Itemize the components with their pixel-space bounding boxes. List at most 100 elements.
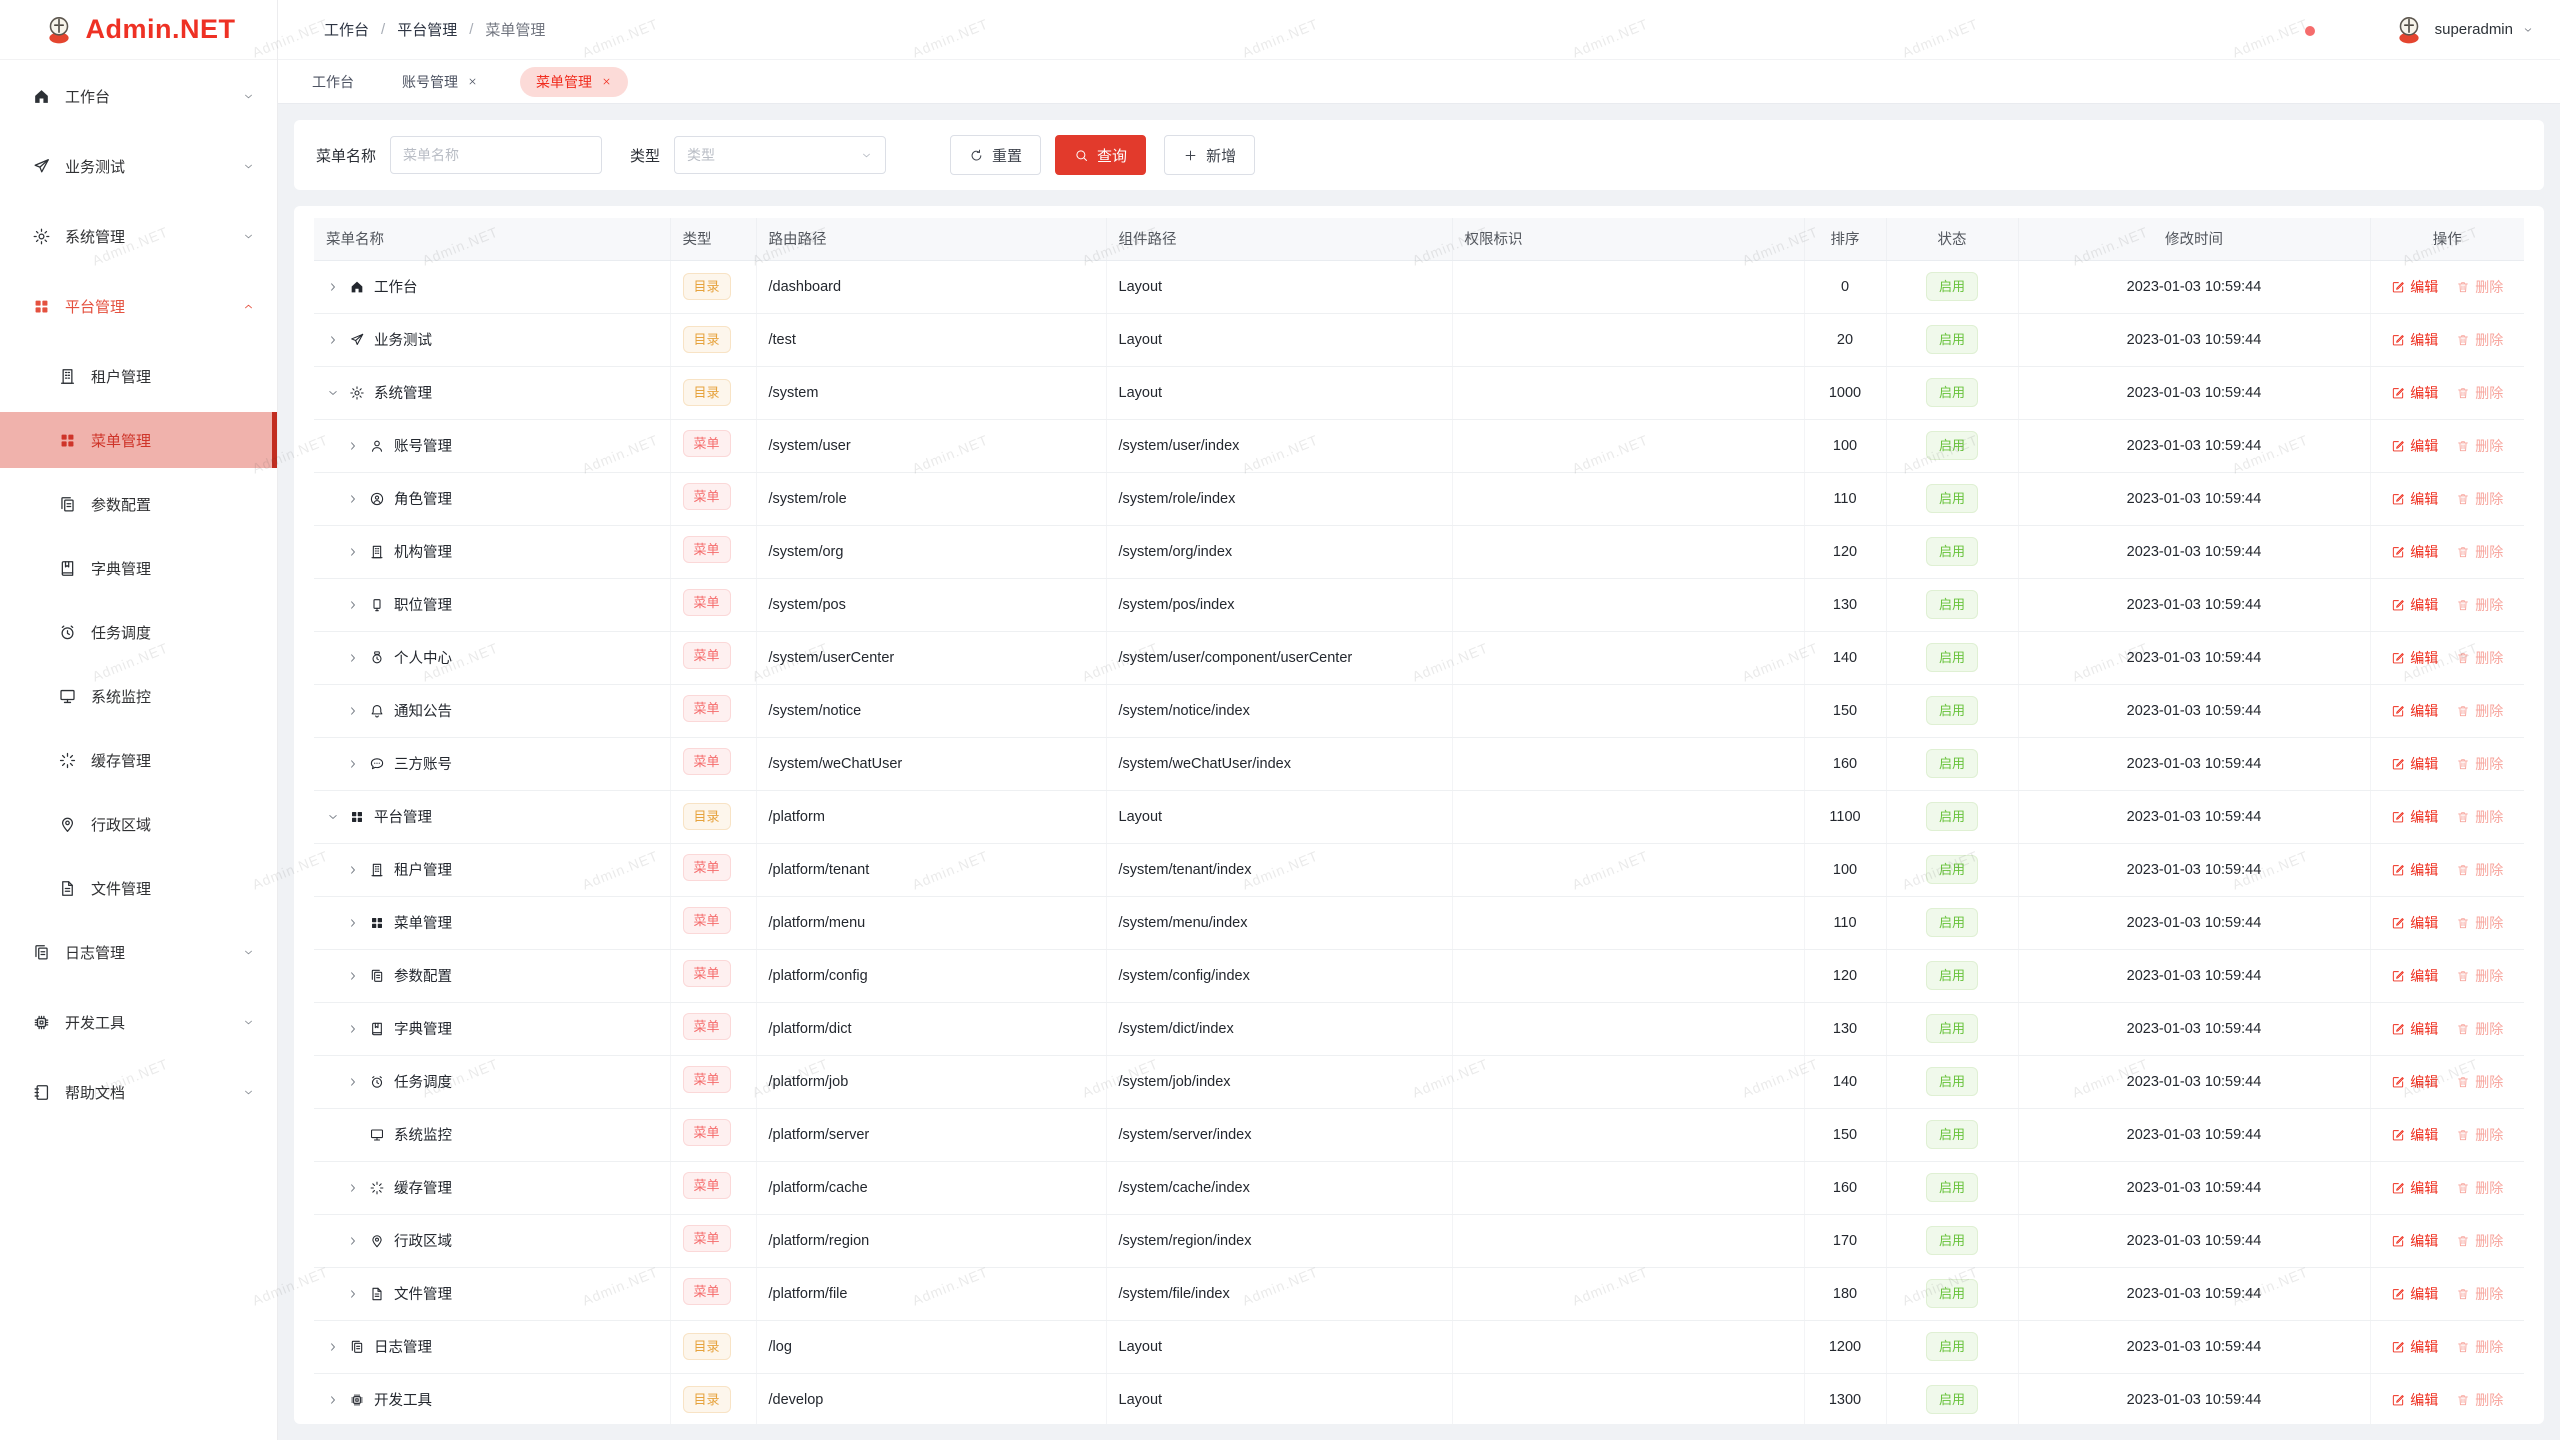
breadcrumb-item[interactable]: 平台管理 bbox=[397, 19, 457, 40]
expand-toggle-icon[interactable] bbox=[326, 333, 340, 347]
expand-toggle-icon[interactable] bbox=[346, 863, 360, 877]
expand-toggle-icon[interactable] bbox=[346, 1075, 360, 1089]
expand-toggle-icon[interactable] bbox=[346, 439, 360, 453]
delete-button[interactable]: 删除 bbox=[2456, 1390, 2503, 1410]
position-icon bbox=[369, 597, 385, 613]
sidebar-item-日志管理[interactable]: 日志管理 bbox=[0, 924, 277, 980]
delete-icon bbox=[2456, 1075, 2470, 1089]
tab-close-icon[interactable] bbox=[601, 76, 612, 87]
edit-button[interactable]: 编辑 bbox=[2391, 277, 2438, 297]
edit-button[interactable]: 编辑 bbox=[2391, 595, 2438, 615]
sidebar-item-开发工具[interactable]: 开发工具 bbox=[0, 994, 277, 1050]
edit-button[interactable]: 编辑 bbox=[2391, 436, 2438, 456]
expand-toggle-icon[interactable] bbox=[346, 1022, 360, 1036]
delete-button[interactable]: 删除 bbox=[2456, 595, 2503, 615]
tab-菜单管理[interactable]: 菜单管理 bbox=[520, 67, 628, 97]
edit-button[interactable]: 编辑 bbox=[2391, 913, 2438, 933]
edit-button[interactable]: 编辑 bbox=[2391, 1231, 2438, 1251]
permission-flag bbox=[1452, 578, 1804, 631]
delete-button[interactable]: 删除 bbox=[2456, 542, 2503, 562]
expand-toggle-icon[interactable] bbox=[346, 492, 360, 506]
reset-button[interactable]: 重置 bbox=[950, 135, 1041, 175]
sidebar-item-平台管理[interactable]: 平台管理 bbox=[0, 278, 277, 334]
edit-button[interactable]: 编辑 bbox=[2391, 860, 2438, 880]
sidebar-item-任务调度[interactable]: 任务调度 bbox=[0, 604, 277, 660]
search-button[interactable]: 查询 bbox=[1055, 135, 1146, 175]
delete-button[interactable]: 删除 bbox=[2456, 754, 2503, 774]
sidebar-item-文件管理[interactable]: 文件管理 bbox=[0, 860, 277, 916]
edit-button[interactable]: 编辑 bbox=[2391, 966, 2438, 986]
expand-toggle-icon[interactable] bbox=[346, 1287, 360, 1301]
delete-button[interactable]: 删除 bbox=[2456, 1231, 2503, 1251]
expand-toggle-icon[interactable] bbox=[326, 810, 340, 824]
delete-button[interactable]: 删除 bbox=[2456, 860, 2503, 880]
delete-button[interactable]: 删除 bbox=[2456, 807, 2503, 827]
edit-button[interactable]: 编辑 bbox=[2391, 1390, 2438, 1410]
tab-close-icon[interactable] bbox=[467, 76, 478, 87]
delete-button[interactable]: 删除 bbox=[2456, 1178, 2503, 1198]
edit-button[interactable]: 编辑 bbox=[2391, 1125, 2438, 1145]
edit-button[interactable]: 编辑 bbox=[2391, 807, 2438, 827]
expand-toggle-icon[interactable] bbox=[326, 280, 340, 294]
edit-button[interactable]: 编辑 bbox=[2391, 489, 2438, 509]
type-select[interactable]: 类型 bbox=[674, 136, 886, 174]
modified-time: 2023-01-03 10:59:44 bbox=[2018, 472, 2370, 525]
edit-button[interactable]: 编辑 bbox=[2391, 701, 2438, 721]
edit-icon bbox=[2391, 969, 2405, 983]
delete-button[interactable]: 删除 bbox=[2456, 648, 2503, 668]
expand-toggle-icon[interactable] bbox=[346, 1181, 360, 1195]
user-menu[interactable]: superadmin bbox=[2392, 13, 2534, 47]
delete-button[interactable]: 删除 bbox=[2456, 1125, 2503, 1145]
delete-button[interactable]: 删除 bbox=[2456, 701, 2503, 721]
delete-button[interactable]: 删除 bbox=[2456, 1019, 2503, 1039]
sidebar-item-缓存管理[interactable]: 缓存管理 bbox=[0, 732, 277, 788]
sidebar-item-字典管理[interactable]: 字典管理 bbox=[0, 540, 277, 596]
delete-button[interactable]: 删除 bbox=[2456, 277, 2503, 297]
edit-button[interactable]: 编辑 bbox=[2391, 1284, 2438, 1304]
delete-button[interactable]: 删除 bbox=[2456, 966, 2503, 986]
sidebar-item-租户管理[interactable]: 租户管理 bbox=[0, 348, 277, 404]
delete-button[interactable]: 删除 bbox=[2456, 383, 2503, 403]
sidebar-item-工作台[interactable]: 工作台 bbox=[0, 68, 277, 124]
delete-button[interactable]: 删除 bbox=[2456, 913, 2503, 933]
sidebar-item-帮助文档[interactable]: 帮助文档 bbox=[0, 1064, 277, 1120]
edit-button[interactable]: 编辑 bbox=[2391, 648, 2438, 668]
sidebar-item-系统监控[interactable]: 系统监控 bbox=[0, 668, 277, 724]
delete-button[interactable]: 删除 bbox=[2456, 489, 2503, 509]
edit-button[interactable]: 编辑 bbox=[2391, 754, 2438, 774]
sidebar-item-业务测试[interactable]: 业务测试 bbox=[0, 138, 277, 194]
edit-button[interactable]: 编辑 bbox=[2391, 1072, 2438, 1092]
expand-toggle-icon[interactable] bbox=[346, 757, 360, 771]
expand-toggle-icon[interactable] bbox=[346, 704, 360, 718]
edit-button[interactable]: 编辑 bbox=[2391, 1019, 2438, 1039]
delete-button[interactable]: 删除 bbox=[2456, 436, 2503, 456]
tab-工作台[interactable]: 工作台 bbox=[306, 67, 360, 97]
delete-button[interactable]: 删除 bbox=[2456, 1284, 2503, 1304]
edit-button[interactable]: 编辑 bbox=[2391, 542, 2438, 562]
edit-button[interactable]: 编辑 bbox=[2391, 330, 2438, 350]
delete-button[interactable]: 删除 bbox=[2456, 330, 2503, 350]
breadcrumb-item[interactable]: 工作台 bbox=[324, 19, 369, 40]
delete-button[interactable]: 删除 bbox=[2456, 1337, 2503, 1357]
sidebar-item-行政区域[interactable]: 行政区域 bbox=[0, 796, 277, 852]
expand-toggle-icon[interactable] bbox=[346, 651, 360, 665]
tab-账号管理[interactable]: 账号管理 bbox=[396, 67, 484, 97]
sidebar-item-系统管理[interactable]: 系统管理 bbox=[0, 208, 277, 264]
expand-toggle-icon[interactable] bbox=[346, 598, 360, 612]
expand-toggle-icon[interactable] bbox=[346, 545, 360, 559]
expand-toggle-icon[interactable] bbox=[346, 916, 360, 930]
expand-toggle-icon[interactable] bbox=[346, 1234, 360, 1248]
edit-button[interactable]: 编辑 bbox=[2391, 383, 2438, 403]
expand-toggle-icon[interactable] bbox=[346, 969, 360, 983]
sidebar-item-菜单管理[interactable]: 菜单管理 bbox=[0, 412, 277, 468]
edit-button[interactable]: 编辑 bbox=[2391, 1337, 2438, 1357]
menu-name-input[interactable] bbox=[403, 147, 589, 163]
expand-toggle-icon[interactable] bbox=[326, 1393, 340, 1407]
expand-toggle-icon[interactable] bbox=[326, 386, 340, 400]
expand-toggle-icon[interactable] bbox=[326, 1340, 340, 1354]
sidebar-item-参数配置[interactable]: 参数配置 bbox=[0, 476, 277, 532]
logo[interactable]: Admin.NET bbox=[0, 0, 277, 60]
add-button[interactable]: 新增 bbox=[1164, 135, 1255, 175]
edit-button[interactable]: 编辑 bbox=[2391, 1178, 2438, 1198]
delete-button[interactable]: 删除 bbox=[2456, 1072, 2503, 1092]
